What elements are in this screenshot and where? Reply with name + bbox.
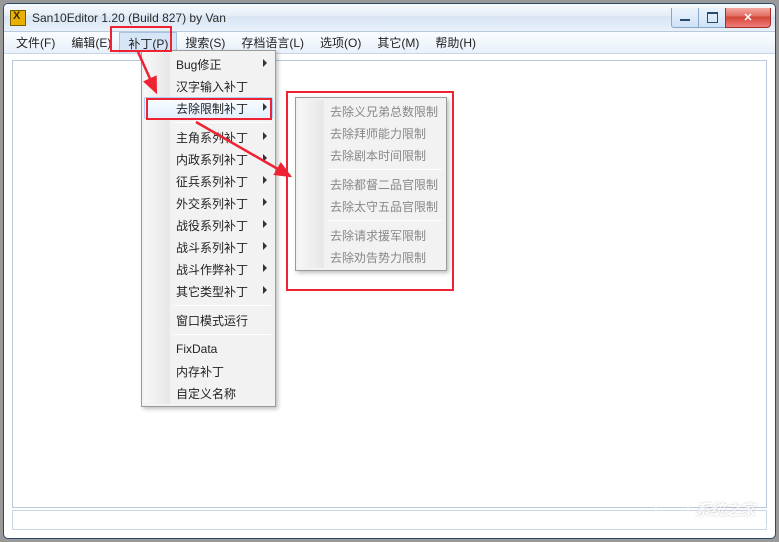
chevron-right-icon (263, 286, 267, 294)
chevron-right-icon (263, 132, 267, 140)
menu-item-7[interactable]: 帮助(H) (427, 32, 484, 53)
submenu-item[interactable]: 去除拜师能力限制 (298, 122, 444, 144)
menu-item-1[interactable]: 编辑(E) (63, 32, 119, 53)
dropdown-item[interactable]: 自定义名称 (144, 382, 273, 404)
dropdown-item-label: Bug修正 (176, 56, 221, 73)
dropdown-item[interactable]: 战斗系列补丁 (144, 236, 273, 258)
dropdown-item-label: 去除限制补丁 (176, 100, 248, 117)
menu-item-0[interactable]: 文件(F) (8, 32, 63, 53)
dropdown-item[interactable]: 窗口模式运行 (144, 309, 273, 331)
dropdown-item-label: 其它类型补丁 (176, 283, 248, 300)
dropdown-item[interactable]: 内政系列补丁 (144, 148, 273, 170)
chevron-right-icon (263, 264, 267, 272)
bottom-panel (12, 510, 767, 530)
dropdown-item[interactable]: 汉字输入补丁 (144, 75, 273, 97)
submenu-item[interactable]: 去除义兄弟总数限制 (298, 100, 444, 122)
dropdown-item[interactable]: 其它类型补丁 (144, 280, 273, 302)
dropdown-item[interactable]: 战斗作弊补丁 (144, 258, 273, 280)
dropdown-item-label: 自定义名称 (176, 385, 236, 402)
chevron-right-icon (263, 176, 267, 184)
submenu-item[interactable]: 去除请求援军限制 (298, 224, 444, 246)
titlebar: San10Editor 1.20 (Build 827) by Van (4, 4, 775, 32)
submenu-item[interactable]: 去除剧本时间限制 (298, 144, 444, 166)
menubar: 文件(F)编辑(E)补丁(P)搜索(S)存档语言(L)选项(O)其它(M)帮助(… (4, 32, 775, 54)
chevron-right-icon (263, 103, 267, 111)
dropdown-item-label: 战斗系列补丁 (176, 239, 248, 256)
submenu-item[interactable]: 去除都督二品官限制 (298, 173, 444, 195)
window-title: San10Editor 1.20 (Build 827) by Van (32, 11, 672, 25)
submenu-item[interactable]: 去除劝告势力限制 (298, 246, 444, 268)
dropdown-item-label: 战役系列补丁 (176, 217, 248, 234)
dropdown-item-label: 窗口模式运行 (176, 312, 248, 329)
app-icon (10, 10, 26, 26)
dropdown-item-label: 主角系列补丁 (176, 129, 248, 146)
dropdown-item-label: 战斗作弊补丁 (176, 261, 248, 278)
minimize-button[interactable] (671, 8, 699, 28)
menu-item-6[interactable]: 其它(M) (369, 32, 427, 53)
chevron-right-icon (263, 242, 267, 250)
submenu-item[interactable]: 去除太守五品官限制 (298, 195, 444, 217)
chevron-right-icon (263, 154, 267, 162)
watermark-logo-icon (655, 501, 689, 529)
dropdown-item[interactable]: 征兵系列补丁 (144, 170, 273, 192)
window-buttons (672, 8, 771, 28)
dropdown-item[interactable]: Bug修正 (144, 53, 273, 75)
dropdown-item-label: 内政系列补丁 (176, 151, 248, 168)
chevron-right-icon (263, 59, 267, 67)
dropdown-item-label: FixData (176, 342, 217, 356)
maximize-button[interactable] (698, 8, 726, 28)
dropdown-item[interactable]: 外交系列补丁 (144, 192, 273, 214)
dropdown-item-label: 外交系列补丁 (176, 195, 248, 212)
watermark: 系统之家 XITONGZHIJIA (655, 499, 769, 530)
dropdown-item[interactable]: 内存补丁 (144, 360, 273, 382)
chevron-right-icon (263, 198, 267, 206)
dropdown-item[interactable]: 主角系列补丁 (144, 126, 273, 148)
dropdown-item-label: 征兵系列补丁 (176, 173, 248, 190)
chevron-right-icon (263, 220, 267, 228)
dropdown-item[interactable]: FixData (144, 338, 273, 360)
close-button[interactable] (725, 8, 771, 28)
menu-item-5[interactable]: 选项(O) (312, 32, 369, 53)
dropdown-item-label: 汉字输入补丁 (176, 78, 248, 95)
dropdown-item-label: 内存补丁 (176, 363, 224, 380)
remove-limit-submenu: 去除义兄弟总数限制去除拜师能力限制去除剧本时间限制去除都督二品官限制去除太守五品… (295, 97, 447, 271)
dropdown-item[interactable]: 战役系列补丁 (144, 214, 273, 236)
dropdown-item[interactable]: 去除限制补丁 (144, 97, 273, 119)
patch-dropdown: Bug修正汉字输入补丁去除限制补丁主角系列补丁内政系列补丁征兵系列补丁外交系列补… (141, 50, 276, 407)
